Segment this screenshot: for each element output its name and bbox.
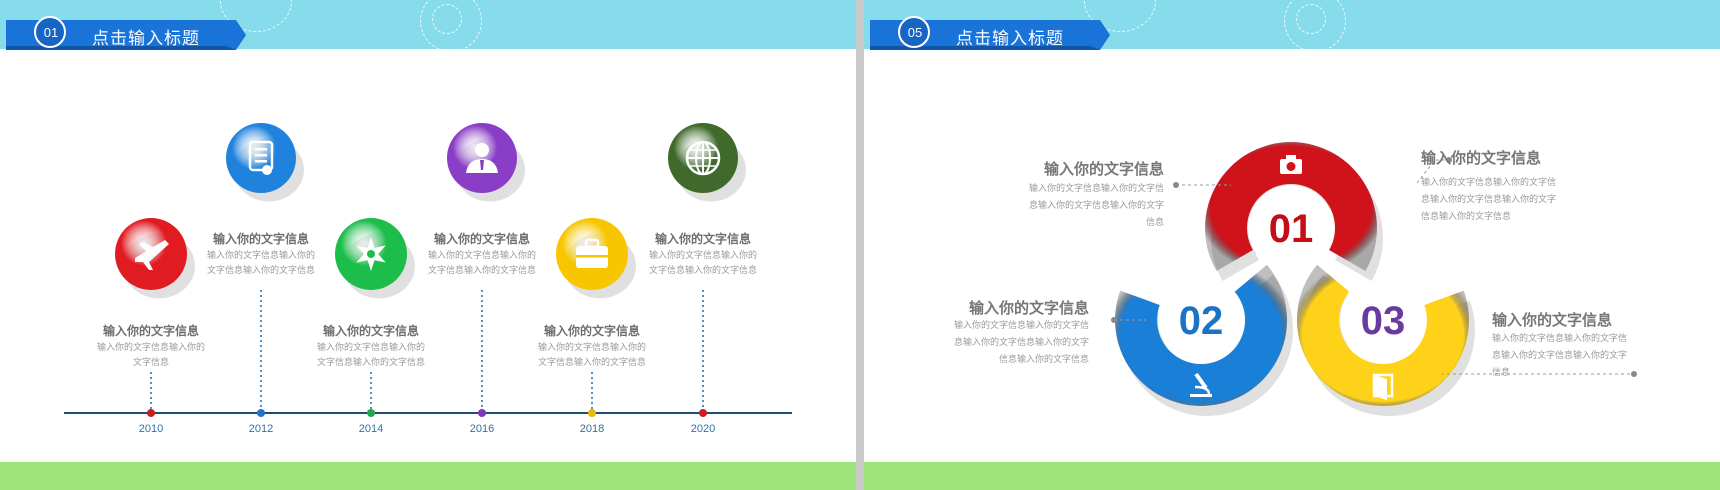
ring-number: 01 — [1269, 207, 1314, 251]
timeline-dot — [588, 409, 596, 417]
timeline-item-desc: 输入你的文字信息输入你的文字信息输入你的文字信息 — [537, 343, 646, 368]
grass-footer — [864, 462, 1720, 490]
timeline-year: 2016 — [469, 423, 495, 435]
ring-label-desc: 输入你的文字信息输入你的文字信息输入你的文字信息输入你的文字信息 — [1028, 184, 1164, 228]
leader-dot — [1173, 182, 1179, 188]
ring-label-desc: 输入你的文字信息输入你的文字信息输入你的文字信息输入你的文字信息输入你的文字信息 — [1421, 178, 1557, 222]
ring-number: 02 — [1179, 299, 1224, 343]
timeline-item-title: 输入你的文字信息 — [433, 232, 530, 246]
briefcase-icon — [556, 218, 628, 290]
timeline-year: 2010 — [138, 423, 164, 435]
slide-timeline: 01 点击输入标题 输入你的文字信息 输入你的文字信息输入你的文字信息 2010 输入… — [0, 0, 856, 490]
certificate-document-icon — [226, 123, 296, 193]
timeline-item-desc: 输入你的文字信息输入你的文字信息输入你的文字信息 — [316, 343, 425, 368]
ring-label-title: 输入你的文字信息 — [1043, 160, 1164, 178]
timeline-year: 2020 — [690, 423, 716, 435]
timeline-dot — [257, 409, 265, 417]
ring-label-title: 输入你的文字信息 — [968, 299, 1089, 317]
grass-footer — [0, 462, 856, 490]
ring-number: 03 — [1361, 299, 1406, 343]
timeline-item-desc: 输入你的文字信息输入你的文字信息输入你的文字信息 — [427, 251, 536, 276]
timeline-item-desc: 输入你的文字信息输入你的文字信息输入你的文字信息 — [206, 251, 315, 276]
timeline-dot — [367, 409, 375, 417]
timeline-item-title: 输入你的文字信息 — [322, 324, 419, 338]
timeline-dot — [478, 409, 486, 417]
globe-icon — [668, 123, 738, 193]
timeline-item-title: 输入你的文字信息 — [102, 324, 199, 338]
timeline-item-title: 输入你的文字信息 — [654, 232, 751, 246]
ring-label-desc: 输入你的文字信息输入你的文字信息输入你的文字信息输入你的文字信息 — [1492, 334, 1628, 378]
timeline-item-desc: 输入你的文字信息输入你的文字信息 — [96, 343, 205, 368]
slide-rings: 05 点击输入标题 02 03 01 输入你的文字信息 输入你的文字信息输入你的文字信… — [864, 0, 1720, 490]
businessman-icon — [447, 123, 517, 193]
sheriff-star-icon — [335, 218, 407, 290]
ring-label-desc: 输入你的文字信息输入你的文字信息输入你的文字信息输入你的文字信息输入你的文字信息 — [953, 321, 1089, 365]
timeline-item-title: 输入你的文字信息 — [543, 324, 640, 338]
timeline-item-title: 输入你的文字信息 — [212, 232, 309, 246]
ring-label-title: 输入你的文字信息 — [1492, 311, 1613, 329]
timeline-year: 2014 — [358, 423, 384, 435]
airplane-icon — [115, 218, 187, 290]
timeline-year: 2012 — [248, 423, 274, 435]
rings-graphic: 02 03 01 — [1111, 142, 1637, 416]
ring-label-title: 输入你的文字信息 — [1421, 149, 1542, 167]
timeline-dot — [699, 409, 707, 417]
timeline-dot — [147, 409, 155, 417]
timeline-item-desc: 输入你的文字信息输入你的文字信息输入你的文字信息 — [648, 251, 757, 276]
timeline-year: 2018 — [579, 423, 605, 435]
leader-dot — [1111, 317, 1117, 323]
